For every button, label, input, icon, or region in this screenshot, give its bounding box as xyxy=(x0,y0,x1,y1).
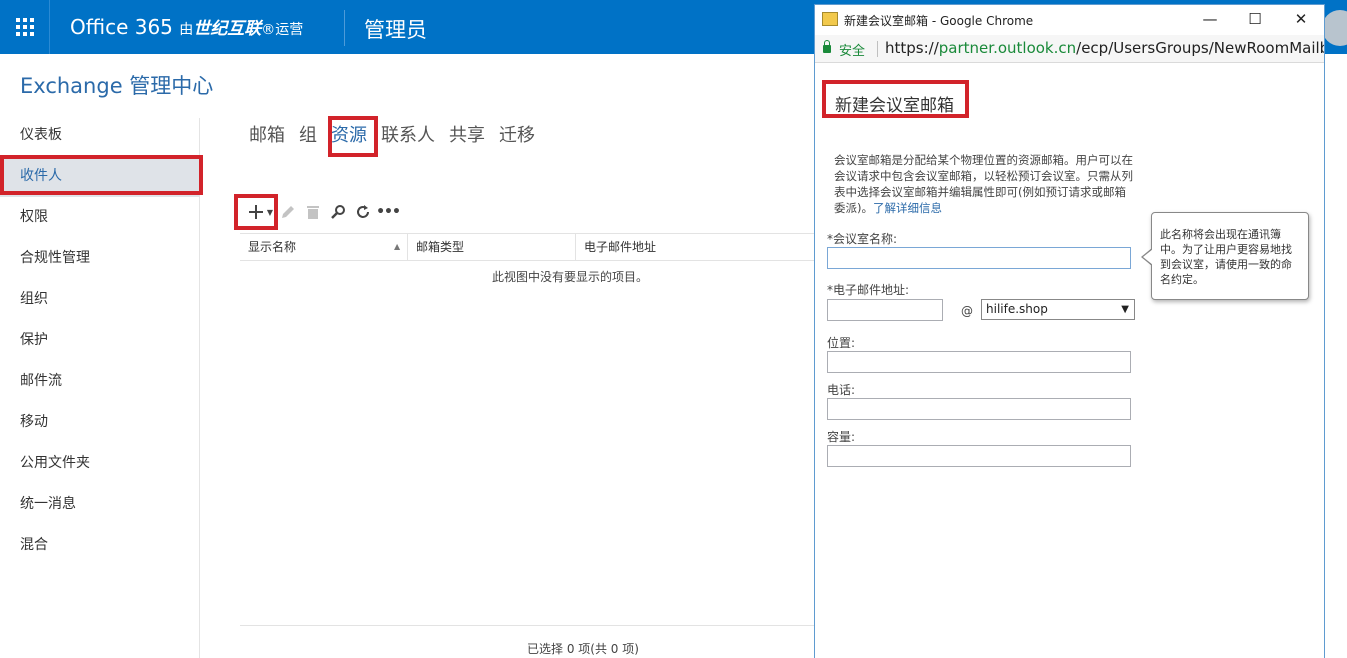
plus-icon xyxy=(249,205,263,219)
address-divider xyxy=(877,41,878,57)
add-dropdown-button[interactable]: ▼ xyxy=(266,201,274,223)
minimize-button[interactable]: — xyxy=(1200,9,1220,29)
sidebar-item-protection[interactable]: 保护 xyxy=(0,320,200,361)
dropdown-arrow-icon: ▼ xyxy=(1121,304,1129,315)
location-input[interactable] xyxy=(827,351,1131,373)
room-name-input[interactable] xyxy=(827,247,1131,269)
tooltip-arrow-inner xyxy=(1143,249,1153,265)
dialog-heading: 新建会议室邮箱 xyxy=(835,96,954,116)
tab-shared[interactable]: 共享 xyxy=(449,121,485,147)
lock-icon xyxy=(823,40,831,53)
column-header-email-address[interactable]: 电子邮件地址 xyxy=(576,234,820,261)
sidebar-divider xyxy=(199,118,200,658)
tab-contacts[interactable]: 联系人 xyxy=(381,121,435,147)
close-button[interactable]: ✕ xyxy=(1291,9,1311,29)
tab-groups[interactable]: 组 xyxy=(299,121,317,147)
sidebar-item-mobile[interactable]: 移动 xyxy=(0,402,200,443)
window-titlebar[interactable]: 新建会议室邮箱 - Google Chrome — ☐ ✕ xyxy=(815,5,1324,35)
search-icon xyxy=(331,205,345,219)
more-icon: ••• xyxy=(376,204,401,220)
column-header-display-name[interactable]: 显示名称 xyxy=(240,234,407,261)
sidebar-item-recipients[interactable]: 收件人 xyxy=(0,156,200,197)
domain-selected-value: hilife.shop xyxy=(986,302,1048,316)
sidebar-item-organization[interactable]: 组织 xyxy=(0,279,200,320)
more-button[interactable]: ••• xyxy=(376,201,401,223)
header-divider xyxy=(344,10,345,46)
refresh-button[interactable] xyxy=(352,201,374,223)
phone-input[interactable] xyxy=(827,398,1131,420)
column-header-mailbox-type[interactable]: 邮箱类型 xyxy=(408,234,574,261)
sidebar-item-unified-messaging[interactable]: 统一消息 xyxy=(0,484,200,525)
list-footer-divider xyxy=(240,625,820,626)
sidebar-nav: 仪表板 收件人 权限 合规性管理 组织 保护 邮件流 移动 公用文件夹 统一消息… xyxy=(0,115,200,566)
capacity-label: 容量: xyxy=(827,430,856,444)
sidebar-item-permissions[interactable]: 权限 xyxy=(0,197,200,238)
secure-label: 安全 xyxy=(839,44,866,59)
refresh-icon xyxy=(357,205,369,218)
sort-ascending-icon: ▲ xyxy=(394,242,401,251)
window-title: 新建会议室邮箱 - Google Chrome xyxy=(844,14,1034,28)
user-avatar[interactable] xyxy=(1322,10,1347,46)
tab-mailboxes[interactable]: 邮箱 xyxy=(249,121,285,147)
dialog-description: 会议室邮箱是分配给某个物理位置的资源邮箱。用户可以在会议请求中包含会议室邮箱，以… xyxy=(834,153,1133,215)
empty-list-message: 此视图中没有要显示的项目。 xyxy=(491,270,648,284)
tab-resources[interactable]: 资源 xyxy=(331,121,367,147)
sidebar-item-hybrid[interactable]: 混合 xyxy=(0,525,200,566)
sidebar-item-mail-flow[interactable]: 邮件流 xyxy=(0,361,200,402)
new-room-mailbox-window: 新建会议室邮箱 - Google Chrome — ☐ ✕ 安全 https:/… xyxy=(814,4,1325,658)
tab-migration[interactable]: 迁移 xyxy=(499,121,535,147)
learn-more-link[interactable]: 了解详细信息 xyxy=(873,201,942,215)
phone-label: 电话: xyxy=(827,383,856,397)
pencil-icon xyxy=(282,206,294,218)
selection-status: 已选择 0 项(共 0 项) xyxy=(527,642,639,656)
brand-logo[interactable]: Office 365 由世纪互联®运营 xyxy=(70,14,303,39)
delete-button[interactable] xyxy=(302,201,324,223)
sidebar-item-compliance[interactable]: 合规性管理 xyxy=(0,238,200,279)
admin-section-title[interactable]: 管理员 xyxy=(364,14,427,44)
address-bar[interactable]: 安全 https://partner.outlook.cn/ecp/UsersG… xyxy=(815,35,1324,63)
search-button[interactable] xyxy=(327,201,349,223)
room-name-tooltip: 此名称将会出现在通讯簿中。为了让用户更容易地找到会议室，请使用一致的命名约定。 xyxy=(1151,212,1309,300)
capacity-input[interactable] xyxy=(827,445,1131,467)
email-address-label: *电子邮件地址: xyxy=(827,283,910,297)
page-favicon-icon xyxy=(822,12,838,26)
sidebar-item-public-folders[interactable]: 公用文件夹 xyxy=(0,443,200,484)
at-sign: @ xyxy=(961,304,973,318)
list-toolbar: ▼ ••• xyxy=(245,200,402,224)
app-launcher-button[interactable] xyxy=(0,0,50,54)
resource-tabs: 邮箱 组 资源 联系人 共享 迁移 xyxy=(249,121,549,147)
chevron-down-icon: ▼ xyxy=(266,207,274,217)
maximize-button[interactable]: ☐ xyxy=(1245,9,1265,29)
room-name-label: *会议室名称: xyxy=(827,232,898,246)
email-alias-input[interactable] xyxy=(827,299,943,321)
edit-button[interactable] xyxy=(277,201,299,223)
trash-icon xyxy=(307,206,319,219)
url-text[interactable]: https://partner.outlook.cn/ecp/UsersGrou… xyxy=(885,39,1324,57)
location-label: 位置: xyxy=(827,336,856,350)
waffle-icon xyxy=(15,18,34,36)
table-header: 显示名称 ▲ 邮箱类型 电子邮件地址 xyxy=(240,233,820,261)
domain-select[interactable]: hilife.shop ▼ xyxy=(981,299,1135,320)
sidebar-item-dashboard[interactable]: 仪表板 xyxy=(0,115,200,156)
add-button[interactable] xyxy=(245,201,267,223)
page-title: Exchange 管理中心 xyxy=(20,74,214,98)
